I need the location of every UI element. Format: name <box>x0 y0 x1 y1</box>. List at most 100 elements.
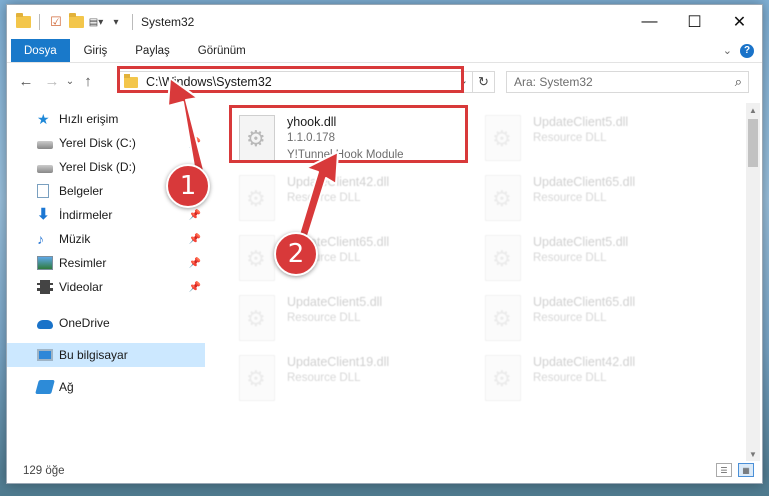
address-dropdown-icon[interactable]: ⌄ <box>459 74 468 87</box>
scroll-up-arrow-icon[interactable]: ▲ <box>746 103 760 117</box>
tab-file[interactable]: Dosya <box>11 39 70 62</box>
documents-icon <box>37 184 49 198</box>
sidebar-item-this-pc[interactable]: Bu bilgisayar <box>7 343 205 367</box>
tiles-view-icon[interactable]: ▦ <box>738 463 754 477</box>
folder-icon <box>124 73 138 88</box>
step-1-badge: 1 <box>166 164 210 208</box>
sidebar-item-network[interactable]: Ağ <box>7 375 205 399</box>
folder-icon <box>15 13 31 30</box>
tab-home[interactable]: Giriş <box>70 39 122 62</box>
dll-file-icon <box>239 175 275 221</box>
pin-icon: 📌 <box>188 209 201 221</box>
search-placeholder[interactable]: Ara: System32 <box>514 75 593 89</box>
minimize-button[interactable]: — <box>627 5 672 39</box>
file-name: UpdateClient19.dll <box>287 355 390 369</box>
file-tile[interactable]: UpdateClient65.dll Resource DLL <box>477 289 717 349</box>
file-tile[interactable]: UpdateClient65.dll Resource DLL <box>477 169 717 229</box>
pictures-icon <box>37 256 53 270</box>
new-folder-icon[interactable] <box>68 13 84 30</box>
dll-file-icon <box>239 355 275 401</box>
dll-file-icon <box>485 175 521 221</box>
back-button[interactable]: ← <box>15 70 37 92</box>
file-tile-yhook[interactable]: yhook.dll 1.1.0.178 Y!Tunnel Hook Module <box>231 109 471 169</box>
videos-icon <box>37 280 53 294</box>
details-view-icon[interactable]: ☰ <box>716 463 732 477</box>
file-type: Resource DLL <box>533 192 607 204</box>
file-type: Resource DLL <box>287 312 361 324</box>
address-bar[interactable]: C:\Windows\System32 ⌄ ↻ <box>117 71 495 93</box>
file-tile[interactable]: UpdateClient65.dll Resource DLL <box>231 229 471 289</box>
file-name: UpdateClient5.dll <box>287 295 383 309</box>
help-icon[interactable]: ? <box>740 43 754 58</box>
separator <box>132 14 133 30</box>
cloud-icon <box>37 320 53 329</box>
sidebar-item-music[interactable]: ♪ Müzik 📌 <box>7 227 205 251</box>
toolbar-dropdown-icon[interactable]: ▾ <box>108 14 124 30</box>
ribbon-tabs: Dosya Giriş Paylaş Görünüm ⌄ ? <box>7 39 762 63</box>
dll-file-icon <box>239 115 275 161</box>
tab-view[interactable]: Görünüm <box>184 39 260 62</box>
star-icon: ★ <box>37 111 50 127</box>
file-version: 1.1.0.178 <box>287 132 335 144</box>
window-title: System32 <box>141 15 195 29</box>
music-icon: ♪ <box>37 231 44 247</box>
item-count: 129 öğe <box>23 465 65 477</box>
file-type: Resource DLL <box>533 312 607 324</box>
dll-file-icon <box>485 235 521 281</box>
sidebar-item-local-disk-c[interactable]: Yerel Disk (C:) 📌 <box>7 131 205 155</box>
search-icon[interactable]: ⌕ <box>735 74 742 90</box>
file-name: UpdateClient42.dll <box>533 355 636 369</box>
sidebar-item-pictures[interactable]: Resimler 📌 <box>7 251 205 275</box>
chevron-down-icon[interactable]: ⌄ <box>723 44 732 57</box>
file-tile[interactable]: UpdateClient5.dll Resource DLL <box>231 289 471 349</box>
file-name: UpdateClient5.dll <box>533 235 629 249</box>
vertical-scrollbar[interactable]: ▲ ▼ <box>746 103 760 461</box>
step-2-badge: 2 <box>274 232 318 276</box>
status-bar: 129 öğe ☰ ▦ <box>7 459 762 483</box>
pin-icon: 📌 <box>188 281 201 293</box>
sidebar-item-label: Ağ <box>59 380 74 394</box>
recent-locations-button[interactable]: ⌄ <box>63 70 77 92</box>
refresh-button[interactable]: ↻ <box>472 72 494 92</box>
file-tile[interactable]: UpdateClient19.dll Resource DLL <box>231 349 471 409</box>
sidebar-item-label: Yerel Disk (D:) <box>59 160 136 174</box>
sidebar-item-downloads[interactable]: ⬇ İndirmeler 📌 <box>7 203 205 227</box>
dll-file-icon <box>485 115 521 161</box>
dll-file-icon <box>239 295 275 341</box>
sidebar-item-quick-access[interactable]: ★ Hızlı erişim <box>7 107 205 131</box>
up-button[interactable]: ↑ <box>77 70 99 92</box>
file-tile[interactable]: UpdateClient5.dll Resource DLL <box>477 109 717 169</box>
file-name: UpdateClient65.dll <box>533 295 636 309</box>
forward-button[interactable]: → <box>41 70 63 92</box>
file-name: UpdateClient65.dll <box>533 175 636 189</box>
navigation-bar: ← → ⌄ ↑ C:\Windows\System32 ⌄ ↻ Ara: Sys… <box>7 63 762 99</box>
address-path[interactable]: C:\Windows\System32 <box>146 75 272 89</box>
maximize-button[interactable]: ☐ <box>672 5 717 39</box>
sidebar-item-videos[interactable]: Videolar 📌 <box>7 275 205 299</box>
file-type: Resource DLL <box>533 372 607 384</box>
pin-icon: 📌 <box>188 137 201 149</box>
dll-file-icon <box>485 355 521 401</box>
tab-share[interactable]: Paylaş <box>121 39 184 62</box>
close-button[interactable]: ✕ <box>717 5 762 39</box>
file-tile[interactable]: UpdateClient42.dll Resource DLL <box>477 349 717 409</box>
file-type: Resource DLL <box>287 192 361 204</box>
file-tile[interactable]: UpdateClient42.dll Resource DLL <box>231 169 471 229</box>
navigation-pane: ★ Hızlı erişim Yerel Disk (C:) 📌 Yerel D… <box>7 103 207 461</box>
search-box[interactable]: Ara: System32 ⌕ <box>506 71 749 93</box>
scroll-thumb[interactable] <box>748 119 758 167</box>
properties-icon[interactable]: ☑ <box>48 14 64 30</box>
view-switcher: ☰ ▦ <box>716 463 754 477</box>
quick-access-toolbar: ☑ ▤▾ ▾ <box>15 13 137 30</box>
file-list: yhook.dll 1.1.0.178 Y!Tunnel Hook Module… <box>223 103 743 461</box>
sidebar-item-onedrive[interactable]: OneDrive <box>7 311 205 335</box>
file-name: UpdateClient42.dll <box>287 175 390 189</box>
disk-icon <box>37 140 53 149</box>
customize-toolbar-icon[interactable]: ▤▾ <box>88 14 104 30</box>
pin-icon: 📌 <box>188 233 201 245</box>
file-tile[interactable]: UpdateClient5.dll Resource DLL <box>477 229 717 289</box>
ribbon-right: ⌄ ? <box>723 39 754 62</box>
file-name: yhook.dll <box>287 115 337 129</box>
explorer-window: ☑ ▤▾ ▾ System32 — ☐ ✕ Dosya Giriş Paylaş… <box>6 4 763 484</box>
sidebar-item-label: Belgeler <box>59 184 104 198</box>
